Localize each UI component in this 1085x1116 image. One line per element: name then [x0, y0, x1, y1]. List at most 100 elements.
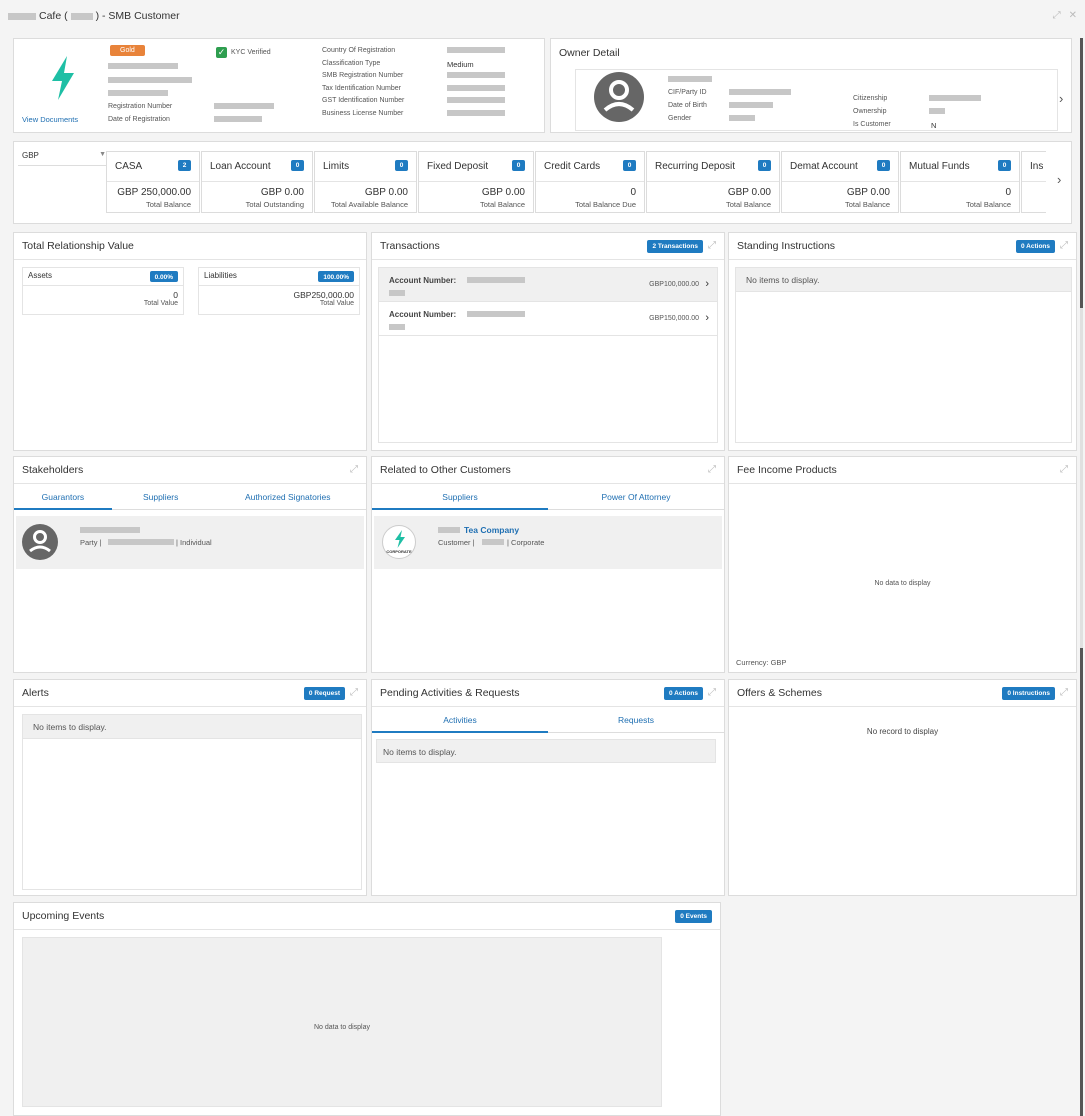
minimize-icon[interactable]: ⤢: [1053, 10, 1061, 21]
chevron-right-icon: ›: [705, 278, 709, 290]
window-title: Cafe ( ) - SMB Customer: [8, 10, 180, 22]
assets-percent-badge: 0.00%: [149, 271, 178, 282]
tile-insurance[interactable]: Ins: [1021, 151, 1046, 213]
tab-activities[interactable]: Activities: [372, 707, 548, 733]
account-tiles: CASA 2 GBP 250,000.00 Total Balance Loan Ac…: [106, 151, 1046, 215]
expand-icon[interactable]: ⤢: [1060, 465, 1068, 475]
scrollbar-thumb[interactable]: [1080, 38, 1083, 308]
liabilities-percent-badge: 100.00%: [318, 271, 354, 282]
expand-icon[interactable]: ⤢: [350, 688, 358, 698]
cif-label: CIF/Party ID: [668, 89, 707, 96]
related-customer-name[interactable]: Tea Company: [464, 525, 519, 535]
transactions-title: Transactions: [380, 240, 440, 252]
related-customer-row[interactable]: CORPORATE Tea Company Customer | | Corpo…: [374, 516, 722, 569]
expand-icon[interactable]: ⤢: [350, 465, 358, 475]
expand-icon[interactable]: ⤢: [708, 241, 716, 251]
tile-demat-account[interactable]: Demat Account 0 GBP 0.00 Total Balance: [781, 151, 899, 213]
stakeholder-row[interactable]: Party | | Individual: [16, 516, 364, 569]
stakeholders-panel: Stakeholders ⤢ Guarantors Suppliers Autho…: [13, 456, 367, 673]
events-title: Upcoming Events: [22, 910, 105, 922]
dropdown-arrow-icon: ▼: [99, 151, 106, 158]
classification-value: Medium: [447, 59, 474, 69]
tier-badge: Gold: [110, 45, 145, 56]
tile-credit-cards[interactable]: Credit Cards 0 0 Total Balance Due: [535, 151, 645, 213]
masked-id: [70, 12, 93, 20]
view-documents-link[interactable]: View Documents: [22, 115, 78, 124]
standing-empty: No items to display.: [736, 268, 1071, 292]
ownership-label: Ownership: [853, 108, 887, 115]
stakeholders-title: Stakeholders: [22, 464, 84, 476]
related-customers-panel: Related to Other Customers ⤢ Suppliers Po…: [371, 456, 725, 673]
standing-title: Standing Instructions: [737, 240, 836, 252]
tiles-next-arrow-icon[interactable]: ›: [1057, 172, 1061, 187]
owner-detail-title: Owner Detail: [559, 46, 620, 59]
person-avatar-icon: [22, 524, 58, 560]
liabilities-box[interactable]: Liabilities 100.00% GBP250,000.00 Total V…: [198, 267, 360, 315]
title-prefix: Cafe (: [39, 10, 68, 22]
fee-title: Fee Income Products: [737, 464, 837, 476]
related-title: Related to Other Customers: [380, 464, 511, 476]
expand-icon[interactable]: ⤢: [708, 465, 716, 475]
transactions-badge[interactable]: 2 Transactions: [647, 239, 703, 253]
tile-mutual-funds[interactable]: Mutual Funds 0 0 Total Balance: [900, 151, 1020, 213]
transaction-row[interactable]: Account Number: GBP100,000.00 ›: [379, 268, 717, 302]
owner-next-arrow-icon[interactable]: ›: [1059, 91, 1063, 106]
registration-date-label: Date of Registration: [108, 116, 170, 123]
tile-limits[interactable]: Limits 0 GBP 0.00 Total Available Balance: [314, 151, 417, 213]
offers-title: Offers & Schemes: [737, 687, 823, 699]
close-icon[interactable]: ✕: [1069, 10, 1077, 21]
trv-panel: Total Relationship Value Assets 0.00% 0 T…: [13, 232, 367, 451]
alerts-panel: Alerts 0 Request ⤢ No items to display.: [13, 679, 367, 896]
tab-suppliers[interactable]: Suppliers: [111, 484, 210, 510]
events-empty: No data to display: [313, 1024, 371, 1031]
standing-badge[interactable]: 0 Actions: [1015, 239, 1055, 253]
is-customer-value: N: [931, 121, 937, 130]
fee-currency: Currency: GBP: [736, 658, 787, 667]
owner-detail-panel: Owner Detail CIF/Party ID Date of Birth …: [550, 38, 1072, 133]
scrollbar-track[interactable]: [1080, 38, 1083, 1116]
expand-icon[interactable]: ⤢: [708, 688, 716, 698]
tile-loan-account[interactable]: Loan Account 0 GBP 0.00 Total Outstanding: [201, 151, 313, 213]
company-logo-icon: [52, 56, 74, 100]
profile-fields: Country Of Registration Classification T…: [322, 47, 532, 122]
currency-select[interactable]: GBP ▼: [18, 148, 110, 166]
transaction-row[interactable]: Account Number: GBP150,000.00 ›: [379, 302, 717, 336]
transactions-panel: Transactions 2 Transactions ⤢ Account Numb…: [371, 232, 725, 451]
alerts-badge[interactable]: 0 Request: [303, 686, 345, 700]
chevron-right-icon: ›: [705, 312, 709, 324]
kyc-check-icon: ✓: [216, 47, 227, 58]
accounts-panel: GBP ▼ CASA 2 GBP 250,000.00 Total Balance Lo…: [13, 141, 1072, 224]
tile-fixed-deposit[interactable]: Fixed Deposit 0 GBP 0.00 Total Balance: [418, 151, 534, 213]
tab-related-suppliers[interactable]: Suppliers: [372, 484, 548, 510]
offers-empty: No record to display: [866, 727, 939, 736]
tile-recurring-deposit[interactable]: Recurring Deposit 0 GBP 0.00 Total Balance: [646, 151, 780, 213]
expand-icon[interactable]: ⤢: [1060, 241, 1068, 251]
is-customer-label: Is Customer: [853, 121, 891, 128]
citizenship-label: Citizenship: [853, 95, 888, 102]
pending-badge[interactable]: 0 Actions: [663, 686, 703, 700]
fee-empty: No data to display: [874, 580, 931, 587]
tile-casa[interactable]: CASA 2 GBP 250,000.00 Total Balance: [106, 151, 200, 213]
tab-power-of-attorney[interactable]: Power Of Attorney: [548, 484, 724, 510]
owner-avatar-icon: [594, 72, 644, 122]
profile-card: View Documents Gold Registration Number …: [13, 38, 545, 133]
expand-icon[interactable]: ⤢: [1060, 688, 1068, 698]
events-badge[interactable]: 0 Events: [675, 909, 712, 923]
corporate-logo-icon: CORPORATE: [382, 525, 416, 559]
tab-guarantors[interactable]: Guarantors: [14, 484, 112, 510]
standing-instructions-panel: Standing Instructions 0 Actions ⤢ No items…: [728, 232, 1077, 451]
offers-badge[interactable]: 0 Instructions: [1002, 686, 1055, 700]
alerts-empty: No items to display.: [23, 715, 361, 739]
tab-requests[interactable]: Requests: [548, 707, 724, 733]
assets-box[interactable]: Assets 0.00% 0 Total Value: [22, 267, 184, 315]
trv-title: Total Relationship Value: [22, 240, 134, 252]
registration-number-label: Registration Number: [108, 103, 173, 110]
pending-panel: Pending Activities & Requests 0 Actions ⤢ …: [371, 679, 725, 896]
pending-title: Pending Activities & Requests: [380, 687, 520, 699]
kyc-status: KYC Verified: [231, 49, 271, 56]
upcoming-events-panel: Upcoming Events 0 Events No data to displ…: [13, 902, 721, 1116]
tab-authorized-signatories[interactable]: Authorized Signatories: [209, 484, 366, 510]
offers-panel: Offers & Schemes 0 Instructions ⤢ No recor…: [728, 679, 1077, 896]
pending-empty: No items to display.: [383, 747, 457, 757]
masked-name: [8, 12, 36, 20]
